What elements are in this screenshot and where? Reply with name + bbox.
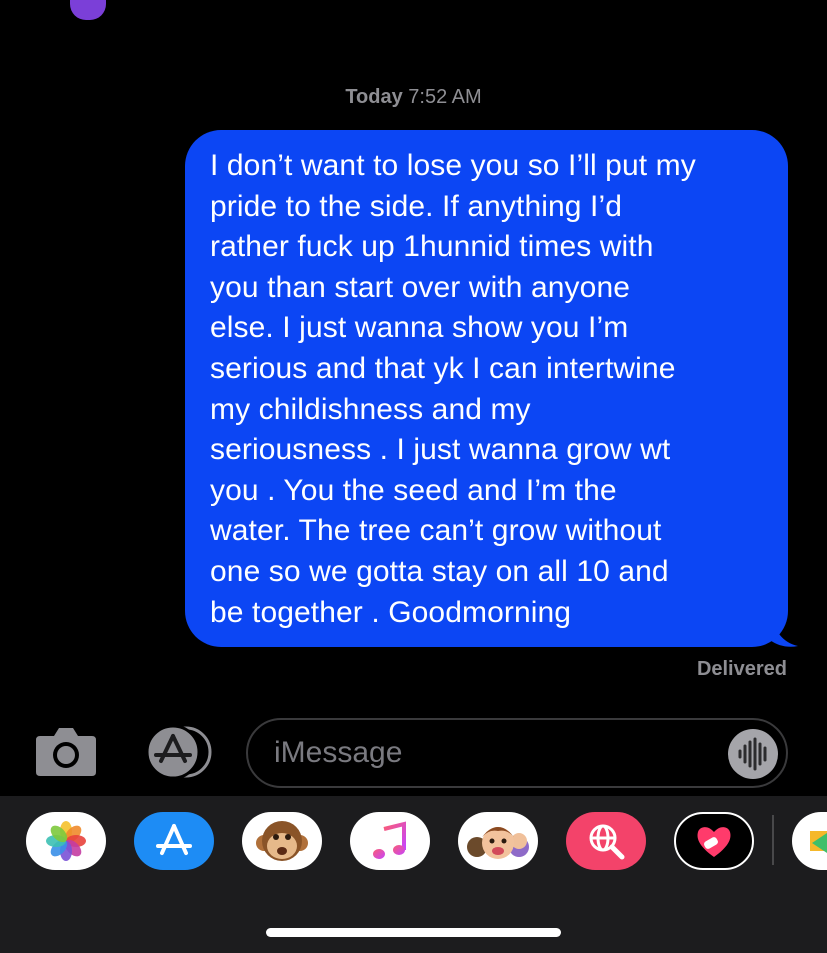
- waveform-icon[interactable]: [728, 729, 778, 779]
- music-note-icon[interactable]: [350, 812, 430, 870]
- tray-divider: [772, 815, 774, 865]
- timestamp-time: 7:52 AM: [408, 86, 482, 108]
- message-line: you than start over with anyone: [210, 270, 631, 304]
- message-line: pride to the side. If anything I’d: [210, 189, 622, 223]
- app-store-icon[interactable]: [134, 812, 214, 870]
- message-line: else. I just wanna show you I’m: [210, 311, 629, 345]
- memoji-faces-icon[interactable]: [458, 812, 538, 870]
- message-line: I don’t want to lose you so I’ll put my: [210, 149, 696, 182]
- message-line: my childishness and my: [210, 392, 531, 426]
- message-timestamp: Today 7:52 AM: [0, 86, 827, 109]
- sent-message-bubble[interactable]: I don’t want to lose you so I’ll put my …: [185, 130, 788, 647]
- home-indicator[interactable]: [266, 928, 561, 937]
- timestamp-day: Today: [345, 86, 403, 108]
- monkey-face-icon[interactable]: [242, 812, 322, 870]
- message-line: one so we gotta stay on all 10 and: [210, 554, 669, 588]
- globe-search-icon[interactable]: [566, 812, 646, 870]
- message-input[interactable]: iMessage: [246, 718, 788, 788]
- message-line: you . You the seed and I’m the: [210, 473, 617, 507]
- app-store-icon[interactable]: [140, 725, 212, 779]
- message-line: be together . Goodmorning: [210, 595, 572, 629]
- photos-flower-icon[interactable]: [26, 812, 106, 870]
- message-line: serious and that yk I can intertwine: [210, 351, 676, 385]
- message-placeholder: iMessage: [274, 736, 403, 769]
- message-line: water. The tree can’t grow without: [210, 514, 662, 548]
- heart-touch-icon[interactable]: [674, 812, 754, 870]
- message-line: rather fuck up 1hunnid times with: [210, 230, 654, 264]
- message-line: seriousness . I just wanna grow wt: [210, 433, 671, 467]
- camera-icon[interactable]: [34, 726, 98, 778]
- contact-avatar: [70, 0, 106, 20]
- delivery-status: Delivered: [696, 658, 787, 680]
